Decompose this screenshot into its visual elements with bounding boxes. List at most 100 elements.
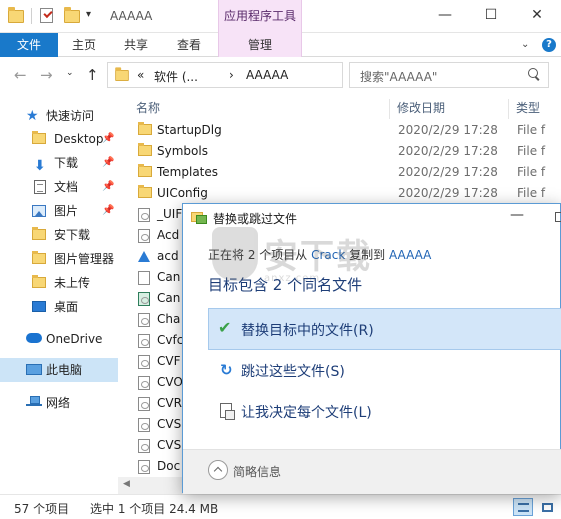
copy-files-icon: [191, 212, 207, 224]
dialog-heading: 目标包含 2 个同名文件: [208, 276, 363, 294]
new-folder-icon[interactable]: [64, 7, 80, 24]
recent-locations-icon[interactable]: ⌄: [66, 68, 74, 78]
star-icon: ★: [26, 108, 39, 124]
skip-files-option[interactable]: ↻ 跳过这些文件(S): [208, 349, 561, 391]
back-arrow-icon[interactable]: ←: [14, 66, 27, 84]
sidebar-item-label: OneDrive: [46, 332, 103, 346]
properties-icon[interactable]: [40, 8, 56, 24]
search-input[interactable]: 搜索"AAAAA": [360, 68, 437, 85]
sidebar-item-picture-manager[interactable]: 图片管理器: [0, 247, 118, 271]
column-divider[interactable]: [508, 99, 509, 119]
file-row[interactable]: Templates 2020/2/29 17:28 File f: [118, 162, 561, 183]
help-icon[interactable]: ?: [542, 38, 556, 52]
sidebar-item-documents[interactable]: 文档 📌: [0, 175, 118, 199]
item-count: 57 个项目: [14, 502, 70, 516]
file-icon: [138, 229, 150, 243]
folder-icon: [115, 67, 129, 82]
file-icon: [138, 250, 150, 264]
tab-manage[interactable]: 管理: [218, 33, 302, 57]
folder-icon: [32, 251, 46, 264]
source-folder-link[interactable]: Crack: [311, 248, 345, 262]
breadcrumb-current[interactable]: AAAAA: [246, 68, 288, 82]
address-bar[interactable]: « 软件 (... › AAAAA ⌄ ↻: [107, 62, 438, 88]
sidebar-item-not-uploaded[interactable]: 未上传: [0, 271, 118, 295]
sidebar-item-quick-access[interactable]: ★ 快速访问: [0, 104, 118, 128]
file-name: Cvfc: [157, 333, 184, 347]
replace-files-option[interactable]: ✔ 替换目标中的文件(R): [208, 308, 561, 350]
details-toggle-label[interactable]: 简略信息: [233, 463, 281, 480]
dialog-title-bar[interactable]: 替换或跳过文件 —: [183, 204, 561, 231]
pin-icon[interactable]: 📌: [102, 127, 114, 151]
file-name: _UIF: [157, 207, 183, 221]
details-view-button[interactable]: [513, 498, 533, 516]
app-icon: [138, 292, 150, 306]
column-header-type[interactable]: 类型: [516, 97, 540, 119]
file-icon: [138, 355, 150, 369]
minimize-button[interactable]: —: [422, 0, 468, 33]
document-icon: [34, 180, 46, 194]
up-arrow-icon[interactable]: ↑: [86, 66, 99, 84]
file-row[interactable]: UIConfig 2020/2/29 17:28 File f: [118, 183, 561, 204]
option-label: 替换目标中的文件(R): [241, 323, 374, 339]
sidebar-item-network[interactable]: 网络: [0, 391, 118, 415]
file-row[interactable]: Symbols 2020/2/29 17:28 File f: [118, 141, 561, 162]
tab-home[interactable]: 主页: [64, 33, 104, 57]
file-name: Templates: [157, 165, 219, 179]
large-icons-view-button[interactable]: [537, 498, 557, 516]
sidebar-item-label: 桌面: [54, 300, 79, 314]
forward-arrow-icon[interactable]: →: [40, 66, 53, 84]
search-box[interactable]: 搜索"AAAAA": [349, 62, 549, 88]
ribbon-expand-icon[interactable]: ⌄: [521, 39, 529, 50]
breadcrumb-separator: ›: [229, 68, 234, 82]
breadcrumb-overflow[interactable]: «: [137, 68, 144, 82]
column-header-date[interactable]: 修改日期: [397, 97, 445, 119]
sidebar-item-this-pc[interactable]: 此电脑: [0, 358, 118, 382]
dialog-maximize-button[interactable]: [555, 212, 561, 222]
folder-icon: [32, 131, 46, 144]
destination-folder-link[interactable]: AAAAA: [389, 248, 431, 262]
file-date: 2020/2/29 17:28: [398, 123, 498, 137]
sidebar-item-label: 此电脑: [46, 363, 83, 377]
maximize-button[interactable]: ☐: [468, 0, 514, 33]
close-button[interactable]: ✕: [514, 0, 560, 33]
file-date: 2020/2/29 17:28: [398, 144, 498, 158]
file-row[interactable]: StartupDlg 2020/2/29 17:28 File f: [118, 120, 561, 141]
search-icon[interactable]: [528, 68, 540, 80]
collapse-details-icon[interactable]: [208, 460, 228, 480]
pin-icon[interactable]: 📌: [102, 151, 114, 175]
sidebar-item-label: Desktop: [54, 132, 104, 146]
file-name: StartupDlg: [157, 123, 222, 137]
scroll-left-icon[interactable]: ◀: [123, 479, 130, 489]
breadcrumb-software[interactable]: 软件 (...: [154, 68, 198, 85]
tab-share[interactable]: 共享: [116, 33, 156, 57]
file-icon: [138, 460, 150, 474]
pin-icon[interactable]: 📌: [102, 175, 114, 199]
tab-view[interactable]: 查看: [169, 33, 209, 57]
quick-access-dropdown-icon[interactable]: ▾: [86, 9, 91, 20]
sidebar-item-label: 快速访问: [46, 109, 95, 123]
column-header-name[interactable]: 名称: [136, 97, 160, 119]
sidebar-item-pictures[interactable]: 图片 📌: [0, 199, 118, 223]
decide-each-option[interactable]: 让我决定每个文件(L): [208, 390, 561, 432]
context-tab-app-tools: 应用程序工具: [218, 0, 302, 33]
tab-file[interactable]: 文件: [0, 33, 58, 57]
column-divider[interactable]: [389, 99, 390, 119]
file-name: Doc: [157, 459, 181, 473]
sidebar-item-desktop-cn[interactable]: 桌面: [0, 295, 118, 319]
dialog-title: 替换或跳过文件: [213, 212, 298, 226]
sidebar-item-onedrive[interactable]: OneDrive: [0, 327, 118, 351]
pin-icon[interactable]: 📌: [102, 199, 114, 223]
sidebar-item-anxz[interactable]: 安下载: [0, 223, 118, 247]
file-icon: [138, 376, 150, 390]
sidebar-item-label: 安下载: [54, 228, 91, 242]
skip-arrow-icon: ↻: [220, 361, 233, 379]
sidebar-item-desktop[interactable]: Desktop 📌: [0, 127, 118, 151]
file-icon: [138, 208, 150, 222]
dialog-minimize-button[interactable]: —: [510, 207, 524, 223]
sidebar-item-downloads[interactable]: ⬇ 下载 📌: [0, 151, 118, 175]
folder-icon: [138, 164, 152, 177]
sidebar-item-label: 下载: [54, 156, 79, 170]
cloud-icon: [26, 333, 42, 343]
folder-icon: [138, 185, 152, 198]
folder-icon[interactable]: [8, 7, 24, 24]
